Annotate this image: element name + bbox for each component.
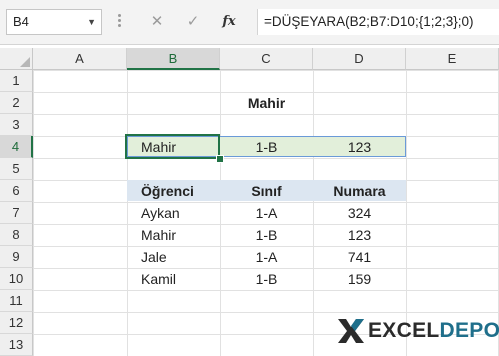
result-sinif-cell[interactable]: 1-B — [220, 136, 313, 158]
chevron-down-icon[interactable]: ▼ — [87, 10, 96, 34]
table-row-ogrenci[interactable]: Kamil — [127, 268, 220, 290]
table-header-sinif[interactable]: Sınıf — [220, 180, 313, 202]
row-header-10[interactable]: 10 — [0, 268, 33, 290]
logo-text: EXCELDEPO — [368, 318, 499, 344]
fill-handle[interactable] — [216, 155, 224, 163]
row-header-12[interactable]: 12 — [0, 312, 33, 334]
grid-divider — [406, 70, 407, 356]
formula-buttons: ✕ ✓ fx — [137, 9, 249, 35]
row-header-3[interactable]: 3 — [0, 114, 33, 136]
row-header-1[interactable]: 1 — [0, 70, 33, 92]
logo-text-excel: EXCEL — [368, 319, 440, 342]
table-row-ogrenci[interactable]: Jale — [127, 246, 220, 268]
table-row-sinif[interactable]: 1-B — [220, 268, 313, 290]
row-header-8[interactable]: 8 — [0, 224, 33, 246]
select-all-button[interactable] — [0, 48, 33, 70]
column-header-e[interactable]: E — [406, 48, 499, 70]
insert-function-icon[interactable]: fx — [215, 9, 243, 35]
table-row-sinif[interactable]: 1-A — [220, 202, 313, 224]
drag-handle-icon[interactable] — [116, 12, 122, 32]
formula-input[interactable]: =DÜŞEYARA(B2;B7:D10;{1;2;3};0) — [257, 9, 499, 35]
formula-bar: B4 ▼ ✕ ✓ fx =DÜŞEYARA(B2;B7:D10;{1;2;3};… — [0, 0, 499, 45]
table-row-numara[interactable]: 741 — [313, 246, 406, 268]
row-header-5[interactable]: 5 — [0, 158, 33, 180]
row-header-2[interactable]: 2 — [0, 92, 33, 114]
row-header-4[interactable]: 4 — [0, 136, 33, 158]
column-header-d[interactable]: D — [313, 48, 406, 70]
name-box-value: B4 — [13, 14, 29, 29]
column-header-b[interactable]: B — [127, 48, 220, 70]
lookup-value-cell[interactable]: Mahir — [220, 92, 313, 114]
column-header-c[interactable]: C — [220, 48, 313, 70]
table-header-ogrenci[interactable]: Öğrenci — [127, 180, 220, 202]
enter-icon[interactable]: ✓ — [179, 9, 207, 35]
table-row-sinif[interactable]: 1-A — [220, 246, 313, 268]
table-row-numara[interactable]: 123 — [313, 224, 406, 246]
table-row-sinif[interactable]: 1-B — [220, 224, 313, 246]
row-header-6[interactable]: 6 — [0, 180, 33, 202]
row-header-9[interactable]: 9 — [0, 246, 33, 268]
result-numara-cell[interactable]: 123 — [313, 136, 406, 158]
table-row-numara[interactable]: 159 — [313, 268, 406, 290]
row-header-13[interactable]: 13 — [0, 334, 33, 356]
cancel-icon[interactable]: ✕ — [143, 9, 171, 35]
row-header-7[interactable]: 7 — [0, 202, 33, 224]
active-cell-border — [125, 134, 220, 159]
row-header-11[interactable]: 11 — [0, 290, 33, 312]
table-row-ogrenci[interactable]: Aykan — [127, 202, 220, 224]
column-header-a[interactable]: A — [33, 48, 127, 70]
table-row-ogrenci[interactable]: Mahir — [127, 224, 220, 246]
excel-depo-logo: EXCELDEPO — [336, 315, 499, 347]
name-box[interactable]: B4 ▼ — [6, 9, 102, 35]
table-row-numara[interactable]: 324 — [313, 202, 406, 224]
x-logo-icon — [338, 319, 364, 343]
logo-text-depo: DEPO — [439, 319, 499, 342]
table-header-numara[interactable]: Numara — [313, 180, 406, 202]
